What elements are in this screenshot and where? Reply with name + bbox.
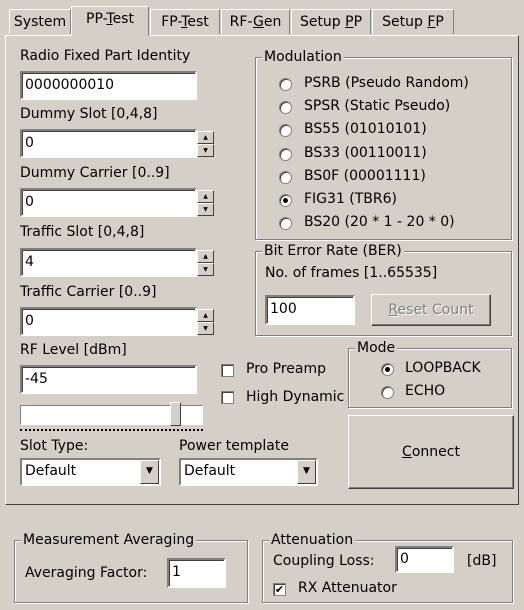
power-template-select[interactable]: Default ▼ bbox=[179, 458, 318, 486]
traffic-carrier-input[interactable]: 0 bbox=[20, 307, 197, 336]
modulation-option-label[interactable]: BS55 (01010101) bbox=[304, 121, 427, 137]
traffic-slot-input[interactable]: 4 bbox=[20, 248, 197, 277]
tab-label: Setup FP bbox=[382, 14, 444, 30]
radio-dot bbox=[283, 198, 288, 203]
modulation-option-label[interactable]: BS0F (00001111) bbox=[304, 168, 426, 184]
modulation-option-label[interactable]: FIG31 (TBR6) bbox=[304, 191, 397, 207]
high-dynamic-label[interactable]: High Dynamic bbox=[246, 389, 344, 405]
coupling-loss-input[interactable]: 0 bbox=[395, 546, 454, 573]
spin-up-icon[interactable]: ▲ bbox=[197, 131, 214, 144]
modulation-radio[interactable] bbox=[279, 101, 292, 114]
rf-level-label: RF Level [dBm] bbox=[20, 342, 127, 358]
slot-type-select[interactable]: Default ▼ bbox=[20, 458, 161, 486]
modulation-radio[interactable] bbox=[279, 217, 292, 230]
radio-dot bbox=[385, 367, 390, 372]
tab-rf-gen[interactable]: RF-Gen bbox=[221, 9, 290, 34]
traffic-slot-label: Traffic Slot [0,4,8] bbox=[20, 224, 145, 240]
tab-label: RF-Gen bbox=[229, 14, 282, 30]
spin-down-icon[interactable]: ▼ bbox=[197, 144, 214, 157]
tab-label: FP-Test bbox=[161, 14, 209, 30]
mode-legend: Mode bbox=[355, 340, 398, 356]
coupling-loss-label: Coupling Loss: bbox=[273, 553, 375, 569]
modulation-option-label[interactable]: BS33 (00110011) bbox=[304, 145, 427, 161]
spin-up-icon[interactable]: ▲ bbox=[197, 309, 214, 322]
high-dynamic-checkbox[interactable] bbox=[221, 391, 234, 404]
rx-attenuator-label[interactable]: RX Attenuator bbox=[298, 580, 397, 596]
dummy-carrier-input[interactable]: 0 bbox=[20, 188, 197, 217]
modulation-radio[interactable] bbox=[279, 171, 292, 184]
rfpi-input[interactable]: 0000000010 bbox=[20, 71, 197, 100]
modulation-radio[interactable] bbox=[279, 124, 292, 137]
slot-type-label: Slot Type: bbox=[20, 438, 89, 454]
chevron-down-icon[interactable]: ▼ bbox=[140, 460, 159, 484]
connect-button[interactable]: Connect bbox=[348, 415, 514, 489]
modulation-radio[interactable] bbox=[279, 78, 292, 91]
dummy-slot-label: Dummy Slot [0,4,8] bbox=[20, 106, 158, 122]
mode-radio[interactable] bbox=[381, 363, 394, 376]
modulation-option-label[interactable]: SPSR (Static Pseudo) bbox=[304, 98, 450, 114]
averaging-legend: Measurement Averaging bbox=[21, 532, 197, 548]
slider-ticks bbox=[20, 429, 203, 434]
spin-up-icon[interactable]: ▲ bbox=[197, 190, 214, 203]
slot-type-value: Default bbox=[25, 463, 77, 479]
power-template-value: Default bbox=[184, 463, 236, 479]
traffic-slot-spinner[interactable]: ▲ ▼ bbox=[197, 250, 214, 276]
rf-level-input[interactable]: -45 bbox=[20, 365, 197, 394]
mode-group: Mode bbox=[348, 340, 512, 408]
pro-preamp-checkbox[interactable] bbox=[221, 364, 234, 377]
frames-label: No. of frames [1..65535] bbox=[265, 265, 438, 281]
modulation-radio[interactable] bbox=[279, 194, 292, 207]
tab-label: Setup PP bbox=[299, 14, 363, 30]
dummy-slot-input[interactable]: 0 bbox=[20, 129, 197, 158]
power-template-label: Power template bbox=[179, 438, 289, 454]
mode-option-label[interactable]: LOOPBACK bbox=[405, 360, 481, 376]
mode-option-label[interactable]: ECHO bbox=[405, 383, 445, 399]
traffic-carrier-spinner[interactable]: ▲ ▼ bbox=[197, 309, 214, 335]
spin-up-icon[interactable]: ▲ bbox=[197, 250, 214, 263]
spin-down-icon[interactable]: ▼ bbox=[197, 322, 214, 335]
traffic-carrier-label: Traffic Carrier [0..9] bbox=[20, 284, 157, 300]
averaging-factor-label: Averaging Factor: bbox=[25, 565, 148, 581]
frames-input[interactable]: 100 bbox=[265, 295, 355, 325]
attenuation-legend: Attenuation bbox=[269, 532, 356, 548]
tab-label: System bbox=[13, 14, 67, 30]
slider-thumb[interactable] bbox=[170, 402, 181, 426]
tab-pp-test[interactable]: PP-Test bbox=[71, 6, 149, 36]
averaging-factor-input[interactable]: 1 bbox=[167, 558, 226, 588]
rx-attenuator-checkbox[interactable]: ✔ bbox=[273, 583, 286, 596]
tab-label: PP-Test bbox=[86, 11, 134, 27]
rfpi-label: Radio Fixed Part Identity bbox=[20, 48, 191, 64]
dummy-slot-spinner[interactable]: ▲ ▼ bbox=[197, 131, 214, 157]
tab-setup-fp[interactable]: Setup FP bbox=[372, 9, 454, 34]
reset-count-button[interactable]: Reset Count bbox=[371, 294, 491, 326]
spin-down-icon[interactable]: ▼ bbox=[197, 203, 214, 216]
pro-preamp-label[interactable]: Pro Preamp bbox=[246, 361, 326, 377]
tab-system[interactable]: System bbox=[9, 9, 71, 34]
dummy-carrier-label: Dummy Carrier [0..9] bbox=[20, 165, 170, 181]
modulation-legend: Modulation bbox=[262, 49, 344, 65]
tab-setup-pp[interactable]: Setup PP bbox=[291, 9, 371, 34]
ber-legend: Bit Error Rate (BER) bbox=[262, 243, 404, 259]
mode-radio[interactable] bbox=[381, 386, 394, 399]
spin-down-icon[interactable]: ▼ bbox=[197, 263, 214, 276]
tab-fp-test[interactable]: FP-Test bbox=[150, 9, 220, 34]
modulation-option-label[interactable]: BS20 (20 * 1 - 20 * 0) bbox=[304, 214, 455, 230]
chevron-down-icon[interactable]: ▼ bbox=[297, 460, 316, 484]
modulation-radio[interactable] bbox=[279, 148, 292, 161]
modulation-option-label[interactable]: PSRB (Pseudo Random) bbox=[304, 75, 469, 91]
dummy-carrier-spinner[interactable]: ▲ ▼ bbox=[197, 190, 214, 216]
coupling-loss-unit: [dB] bbox=[467, 553, 497, 569]
